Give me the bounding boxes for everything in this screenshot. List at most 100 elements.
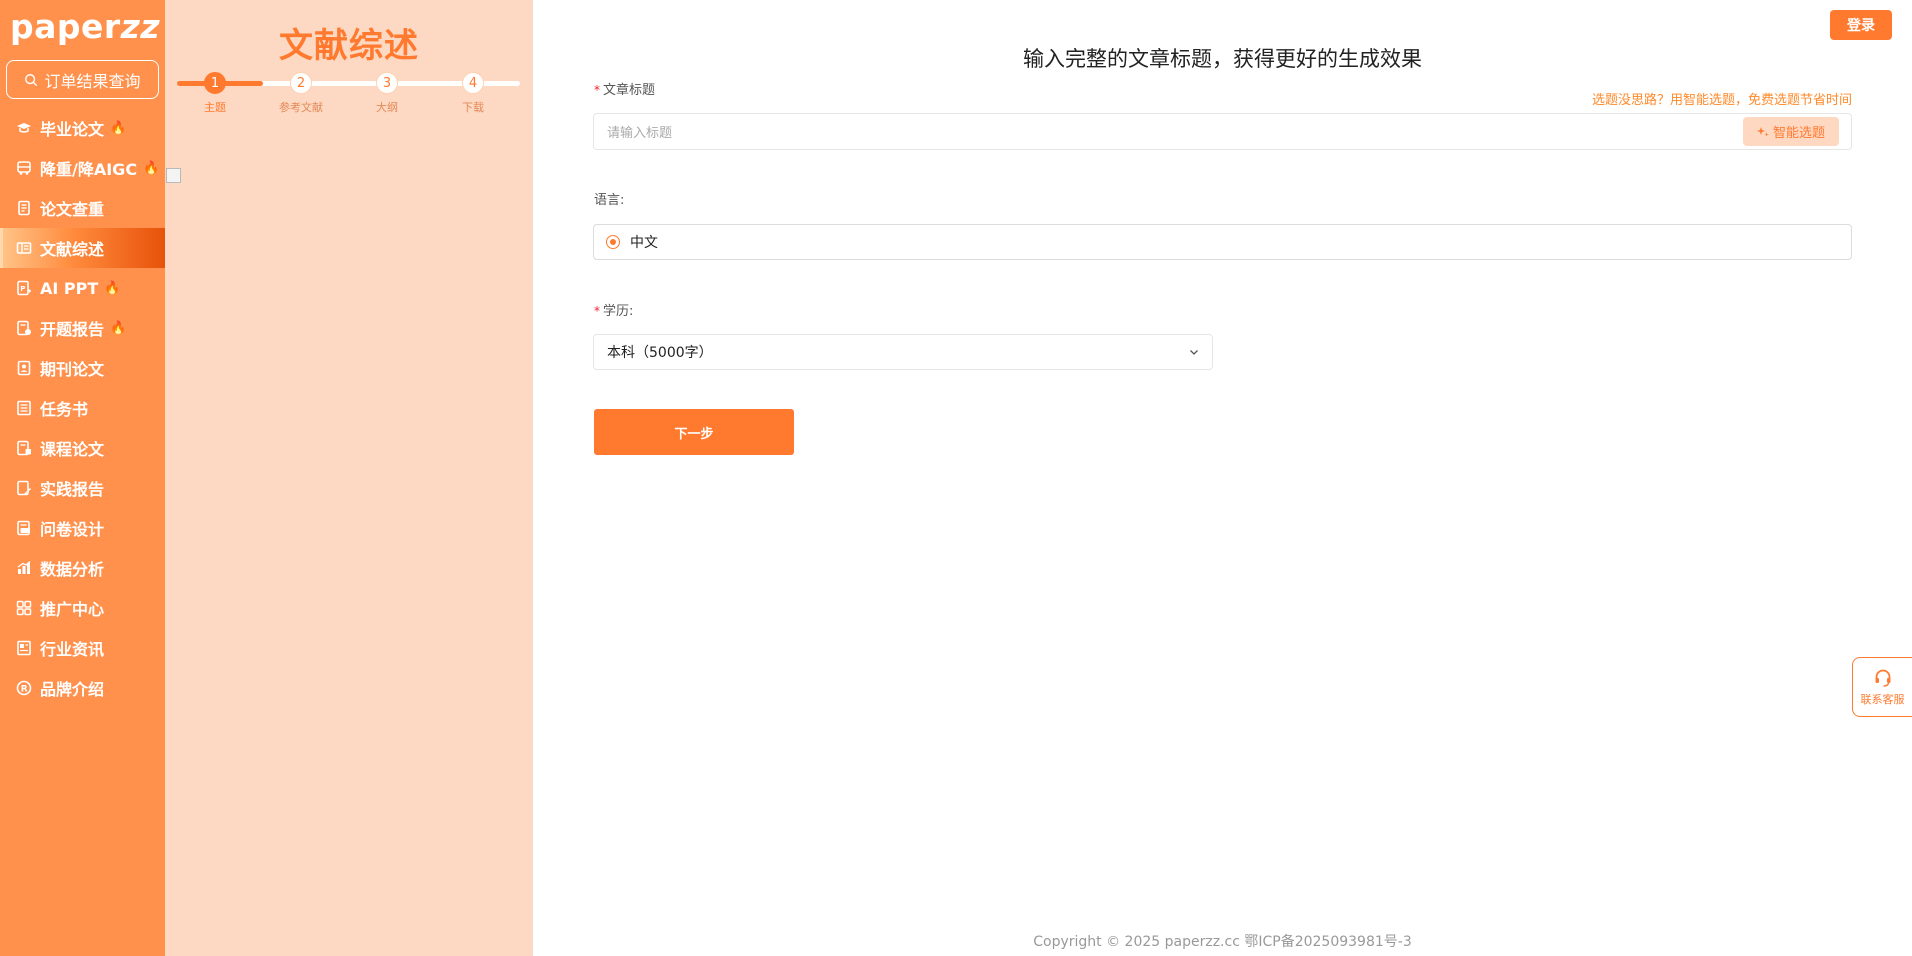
sidebar-item-label: 毕业论文	[40, 120, 105, 139]
education-value: 本科（5000字）	[607, 345, 713, 361]
fire-icon: 🔥	[110, 120, 127, 136]
logo-text: paper	[10, 6, 121, 46]
svg-text:P: P	[20, 285, 25, 293]
title-placeholder: 请输入标题	[607, 126, 673, 141]
chevron-down-icon	[1190, 350, 1198, 355]
footer-copyright: Copyright © 2025 paperzz.cc 鄂ICP备2025093…	[1033, 934, 1412, 950]
order-query-button[interactable]: 订单结果查询	[6, 60, 159, 99]
steps-title: 文献综述	[279, 26, 419, 66]
sidebar-item-literature-review[interactable]: 文献综述	[0, 228, 165, 268]
step-topic[interactable]: 1 主题	[185, 72, 245, 115]
step-label: 下载	[462, 101, 484, 114]
grid-icon	[16, 600, 32, 616]
sidebar-item-label: 论文查重	[40, 200, 105, 219]
step-label: 主题	[204, 101, 226, 114]
sidebar-item-label: 课程论文	[40, 440, 105, 459]
smart-topic-button[interactable]: 智能选题	[1743, 117, 1839, 146]
journal-icon	[16, 360, 32, 376]
sidebar: paper zz 订单结果查询 毕业论文 🔥 降重/降AIGC 🔥 论文查重 文献…	[0, 0, 165, 956]
step-number: 3	[376, 72, 398, 94]
registered-icon: R	[16, 680, 32, 696]
next-step-button[interactable]: 下一步	[594, 409, 794, 455]
sidebar-item-label: 文献综述	[40, 240, 105, 259]
course-paper-icon	[16, 440, 32, 456]
language-field-label: 语言:	[594, 193, 625, 208]
sidebar-item-plagiarism-check[interactable]: 论文查重	[0, 188, 165, 228]
step-outline[interactable]: 3 大纲	[357, 72, 417, 115]
education-field-label: * 学历:	[594, 300, 633, 319]
required-mark: *	[594, 83, 600, 97]
sidebar-nav: 毕业论文 🔥 降重/降AIGC 🔥 论文查重 文献综述 P AI PPT 🔥 开…	[0, 108, 165, 708]
fire-icon: 🔥	[104, 280, 121, 296]
sidebar-item-label: 期刊论文	[40, 360, 105, 379]
education-label-text: 学历:	[603, 304, 634, 319]
radio-selected-icon[interactable]	[606, 235, 620, 249]
chart-icon	[16, 560, 32, 576]
headset-icon	[1875, 669, 1890, 687]
sidebar-item-course-paper[interactable]: 课程论文	[0, 428, 165, 468]
language-option-chinese[interactable]: 中文	[593, 224, 1852, 260]
sidebar-item-label: 任务书	[40, 400, 89, 419]
step-download[interactable]: 4 下载	[443, 72, 503, 115]
logo[interactable]: paper zz	[10, 6, 160, 46]
required-mark: *	[594, 304, 600, 318]
sidebar-item-industry-news[interactable]: 行业资讯	[0, 628, 165, 668]
survey-icon	[16, 520, 32, 536]
search-icon	[25, 73, 38, 86]
sidebar-item-survey-design[interactable]: 问卷设计	[0, 508, 165, 548]
sparkle-icon	[1756, 126, 1769, 136]
task-book-icon	[16, 400, 32, 416]
sidebar-item-task-book[interactable]: 任务书	[0, 388, 165, 428]
sidebar-item-rewrite[interactable]: 降重/降AIGC 🔥	[0, 148, 165, 188]
education-select[interactable]: 本科（5000字）	[593, 334, 1213, 370]
sidebar-item-promotion-center[interactable]: 推广中心	[0, 588, 165, 628]
sidebar-item-practice-report[interactable]: 实践报告	[0, 468, 165, 508]
sidebar-item-graduation-thesis[interactable]: 毕业论文 🔥	[0, 108, 165, 148]
step-label: 参考文献	[279, 101, 323, 114]
sidebar-item-label: AI PPT	[40, 278, 99, 298]
broken-image-placeholder	[166, 168, 181, 183]
step-number: 1	[204, 72, 226, 94]
sidebar-item-brand-intro[interactable]: R 品牌介绍	[0, 668, 165, 708]
book-open-icon	[16, 240, 32, 256]
step-number: 2	[290, 72, 312, 94]
title-field-label: * 文章标题	[594, 79, 655, 98]
sidebar-item-label: 行业资讯	[40, 640, 105, 659]
graduation-cap-icon	[16, 120, 32, 136]
sidebar-item-ai-ppt[interactable]: P AI PPT 🔥	[0, 268, 165, 308]
title-input[interactable]: 请输入标题 智能选题	[593, 113, 1852, 150]
report-icon	[16, 320, 32, 336]
login-button[interactable]: 登录	[1830, 10, 1892, 40]
sidebar-item-data-analysis[interactable]: 数据分析	[0, 548, 165, 588]
step-number: 4	[462, 72, 484, 94]
smart-topic-label: 智能选题	[1772, 126, 1825, 141]
sidebar-item-label: 问卷设计	[40, 520, 105, 539]
customer-service-label: 联系客服	[1860, 692, 1905, 706]
svg-text:R: R	[21, 684, 28, 694]
title-label-text: 文章标题	[603, 83, 656, 98]
smart-topic-hint[interactable]: 选题没思路？用智能选题，免费选题节省时间	[1592, 89, 1852, 108]
sidebar-item-proposal[interactable]: 开题报告 🔥	[0, 308, 165, 348]
sidebar-item-label: 数据分析	[40, 560, 105, 579]
step-label: 大纲	[376, 101, 398, 114]
step-references[interactable]: 2 参考文献	[271, 72, 331, 115]
sidebar-item-journal-paper[interactable]: 期刊论文	[0, 348, 165, 388]
steps-panel: 文献综述 1 主题 2 参考文献 3 大纲 4 下载	[165, 0, 533, 956]
bus-icon	[16, 160, 32, 176]
news-icon	[16, 640, 32, 656]
customer-service-button[interactable]: 联系客服	[1852, 657, 1912, 717]
ppt-icon: P	[16, 280, 32, 296]
sidebar-item-label: 推广中心	[40, 600, 105, 619]
form-heading: 输入完整的文章标题，获得更好的生成效果	[1023, 47, 1422, 71]
sidebar-item-label: 降重/降AIGC	[40, 160, 138, 179]
document-check-icon	[16, 200, 32, 216]
fire-icon: 🔥	[143, 160, 160, 176]
order-query-label: 订单结果查询	[44, 71, 141, 91]
language-value: 中文	[630, 235, 658, 251]
sidebar-item-label: 开题报告	[40, 320, 105, 339]
fire-icon: 🔥	[110, 320, 127, 336]
sidebar-item-label: 实践报告	[40, 480, 105, 499]
logo-accent: zz	[120, 6, 161, 46]
practice-report-icon	[16, 480, 32, 496]
sidebar-item-label: 品牌介绍	[40, 680, 105, 699]
